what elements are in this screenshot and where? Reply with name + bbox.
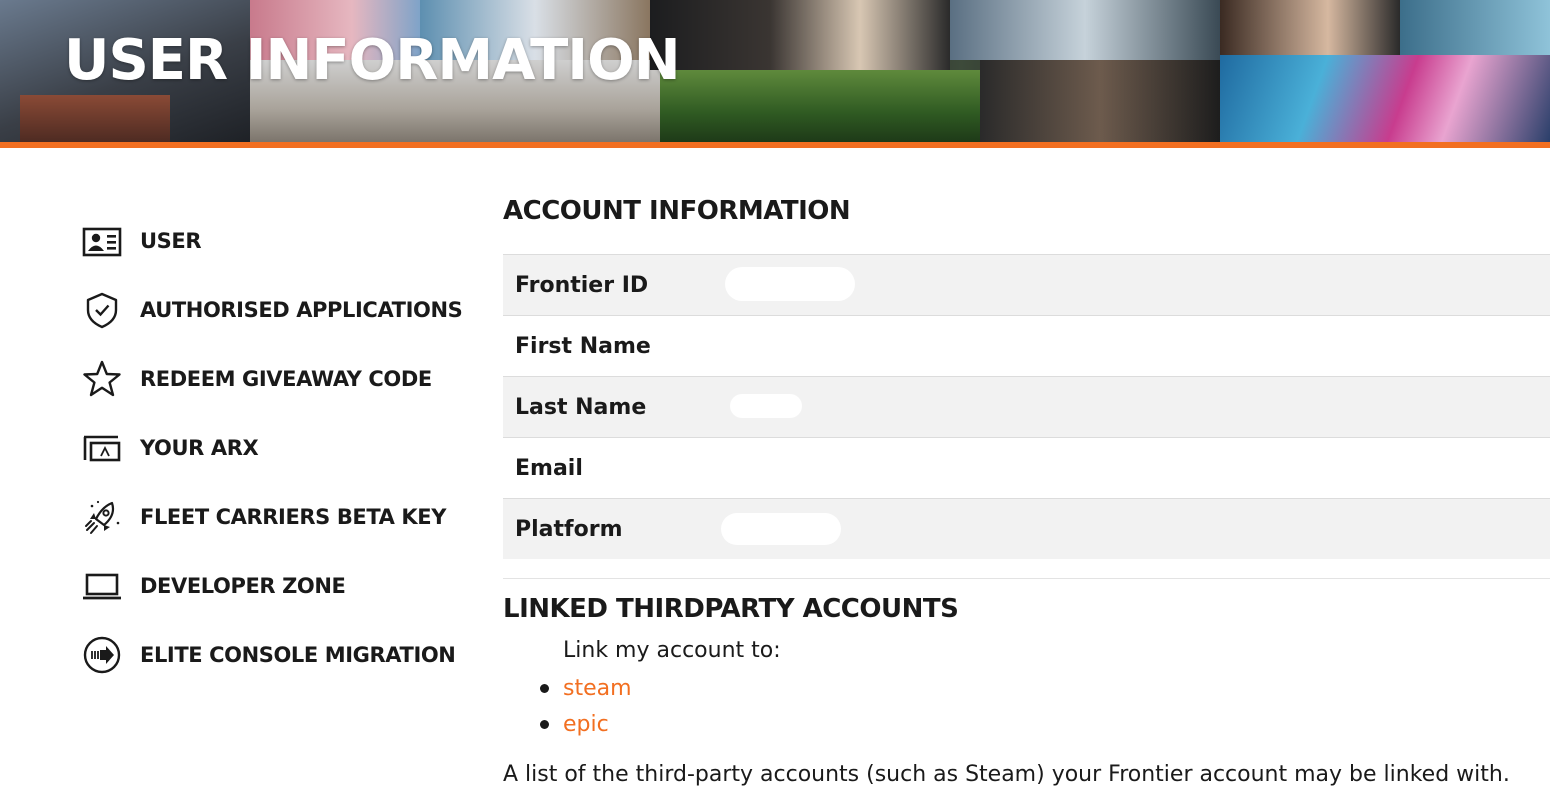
linked-accounts-list: steam epic bbox=[503, 670, 632, 742]
email-label: Email bbox=[515, 455, 583, 481]
sidebar-item-label: USER bbox=[140, 228, 202, 253]
list-item: steam bbox=[503, 670, 632, 706]
frontier-id-label: Frontier ID bbox=[515, 272, 649, 298]
linked-accounts-description: A list of the third-party accounts (such… bbox=[503, 762, 1510, 787]
table-row: Email bbox=[503, 437, 1550, 498]
banner-accent-bar bbox=[0, 142, 1550, 148]
sidebar-nav: USER AUTHORISED APPLICATIONS REDEEM GIVE… bbox=[82, 206, 463, 689]
sidebar-item-label: DEVELOPER ZONE bbox=[140, 573, 346, 598]
banner-collage-tile bbox=[1400, 0, 1550, 60]
banner-collage-tile bbox=[1220, 55, 1550, 142]
list-item: epic bbox=[503, 706, 632, 742]
sidebar-item-label: REDEEM GIVEAWAY CODE bbox=[140, 366, 432, 391]
bullet-icon bbox=[540, 719, 549, 729]
table-row: Last Name bbox=[503, 376, 1550, 437]
sidebar-item-developer-zone[interactable]: DEVELOPER ZONE bbox=[82, 551, 462, 620]
link-intro-text: Link my account to: bbox=[563, 638, 781, 663]
banner-collage-tile bbox=[650, 0, 950, 70]
banner-collage-tile bbox=[950, 0, 1220, 60]
banner-collage-tile bbox=[20, 95, 170, 142]
rocket-icon bbox=[82, 497, 122, 537]
sidebar-item-authorised-applications[interactable]: AUTHORISED APPLICATIONS bbox=[82, 275, 463, 344]
arx-icon bbox=[82, 428, 122, 468]
sidebar-item-label: ELITE CONSOLE MIGRATION bbox=[140, 642, 456, 667]
sidebar-item-label: YOUR ARX bbox=[140, 435, 259, 460]
table-row: Frontier ID bbox=[503, 254, 1550, 315]
sidebar-item-redeem-giveaway-code[interactable]: REDEEM GIVEAWAY CODE bbox=[82, 344, 462, 413]
platform-label: Platform bbox=[515, 516, 623, 542]
linked-accounts-heading: LINKED THIRDPARTY ACCOUNTS bbox=[503, 594, 959, 624]
header-banner: USER INFORMATION bbox=[0, 0, 1550, 142]
table-row: Platform bbox=[503, 498, 1550, 560]
sidebar-item-elite-console-migration[interactable]: ELITE CONSOLE MIGRATION bbox=[82, 620, 462, 689]
redaction-mark bbox=[730, 394, 802, 418]
sidebar-item-your-arx[interactable]: YOUR ARX bbox=[82, 413, 462, 482]
sidebar-item-fleet-carriers-beta-key[interactable]: FLEET CARRIERS BETA KEY bbox=[82, 482, 462, 551]
account-info-table: Frontier ID First Name Last Name Email P… bbox=[503, 254, 1550, 560]
last-name-label: Last Name bbox=[515, 394, 647, 420]
banner-collage-tile bbox=[660, 70, 980, 142]
shield-check-icon bbox=[82, 290, 122, 330]
page-title: USER INFORMATION bbox=[64, 28, 681, 93]
epic-link[interactable]: epic bbox=[563, 712, 609, 737]
bullet-icon bbox=[540, 683, 549, 693]
first-name-label: First Name bbox=[515, 333, 651, 359]
redaction-mark bbox=[721, 513, 841, 545]
laptop-icon bbox=[82, 566, 122, 606]
sidebar-item-user[interactable]: USER bbox=[82, 206, 462, 275]
star-icon bbox=[82, 359, 122, 399]
steam-link[interactable]: steam bbox=[563, 676, 632, 701]
redaction-mark bbox=[725, 267, 855, 301]
account-information-heading: ACCOUNT INFORMATION bbox=[503, 196, 851, 226]
banner-collage-tile bbox=[1220, 0, 1400, 55]
sidebar-item-label: AUTHORISED APPLICATIONS bbox=[140, 297, 463, 322]
section-divider bbox=[503, 578, 1550, 579]
table-row: First Name bbox=[503, 315, 1550, 376]
banner-collage-tile bbox=[980, 60, 1220, 142]
sidebar-item-label: FLEET CARRIERS BETA KEY bbox=[140, 504, 447, 529]
user-card-icon bbox=[82, 221, 122, 261]
arrow-circle-icon bbox=[82, 635, 122, 675]
